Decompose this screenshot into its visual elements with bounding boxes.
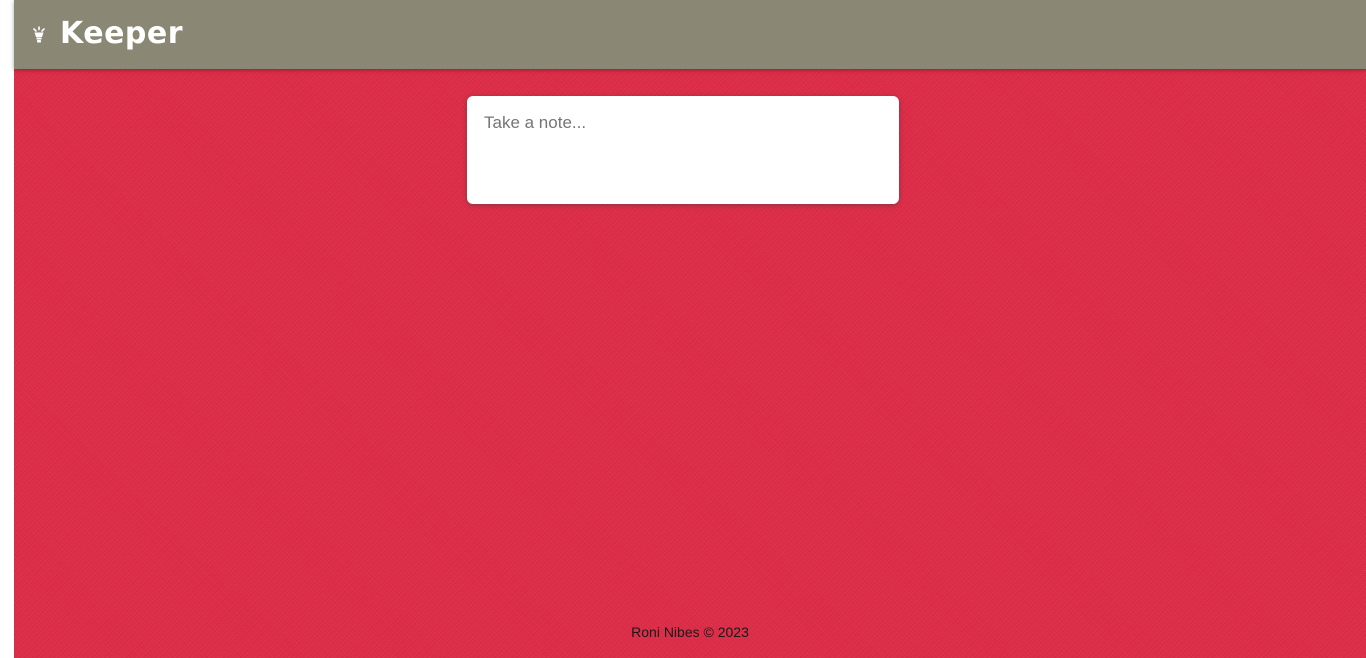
app-title: Keeper [60,16,184,51]
note-content-input[interactable] [467,96,899,204]
lightbulb-icon [32,25,46,45]
footer: Roni Nibes © 2023 [14,624,1366,640]
app-root: Keeper Roni Nibes © 2023 [14,0,1366,658]
app-header: Keeper [14,0,1366,69]
copyright-text: Roni Nibes © 2023 [631,624,749,640]
create-note-form [467,96,899,204]
